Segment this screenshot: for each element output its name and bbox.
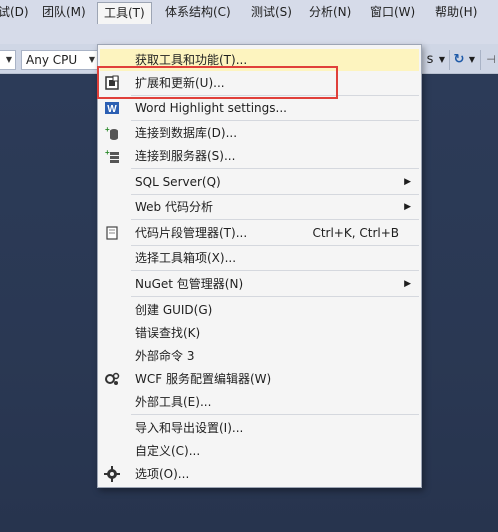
- menu-item-external-tools[interactable]: 外部工具(E)...: [100, 391, 419, 413]
- menu-item-connect-server[interactable]: + 连接到服务器(S)...: [100, 145, 419, 167]
- menu-item-customize[interactable]: 自定义(C)...: [100, 440, 419, 462]
- chevron-down-icon[interactable]: ▼: [437, 50, 447, 70]
- svg-text:+: +: [105, 148, 110, 157]
- menu-analyze[interactable]: 分析(N): [309, 2, 351, 22]
- menu-separator: [131, 296, 419, 297]
- menu-debug[interactable]: 试(D): [0, 2, 29, 22]
- menu-item-label: 连接到数据库(D)...: [135, 126, 238, 140]
- submenu-arrow-icon: ▶: [404, 279, 411, 289]
- svg-text:+: +: [105, 125, 110, 134]
- menu-item-sql-server[interactable]: SQL Server(Q) ▶: [100, 171, 419, 193]
- wcf-gear-icon: [104, 371, 120, 387]
- menu-item-label: NuGet 包管理器(N): [135, 277, 244, 291]
- menu-item-wcf-editor[interactable]: WCF 服务配置编辑器(W): [100, 368, 419, 390]
- config-combo[interactable]: ▼: [0, 50, 16, 70]
- toolbar-separator: [449, 50, 450, 70]
- toolbar-separator: [480, 50, 481, 70]
- menu-item-word-highlight[interactable]: W Word Highlight settings...: [100, 97, 419, 119]
- menu-item-label: 创建 GUID(G): [135, 303, 213, 317]
- menu-item-error-lookup[interactable]: 错误查找(K): [100, 322, 419, 344]
- menu-item-label: Word Highlight settings...: [135, 101, 287, 115]
- menu-separator: [131, 168, 419, 169]
- menu-item-import-export[interactable]: 导入和导出设置(I)...: [100, 417, 419, 439]
- menu-test[interactable]: 测试(S): [251, 2, 292, 22]
- server-icon: +: [104, 148, 120, 164]
- menu-item-options[interactable]: 选项(O)...: [100, 463, 419, 485]
- svg-text:W: W: [107, 104, 117, 115]
- menu-item-label: Web 代码分析: [135, 200, 213, 214]
- submenu-arrow-icon: ▶: [404, 202, 411, 212]
- menu-item-nuget[interactable]: NuGet 包管理器(N) ▶: [100, 273, 419, 295]
- menu-item-label: 外部工具(E)...: [135, 395, 212, 409]
- menu-separator: [131, 120, 419, 121]
- menu-window[interactable]: 窗口(W): [370, 2, 415, 22]
- database-icon: +: [104, 125, 120, 141]
- menu-item-label: 选择工具箱项(X)...: [135, 251, 237, 265]
- menu-separator: [131, 219, 419, 220]
- menu-separator: [131, 414, 419, 415]
- menu-item-label: 连接到服务器(S)...: [135, 149, 236, 163]
- platform-combo[interactable]: Any CPU ▼: [21, 50, 99, 70]
- menu-item-label: SQL Server(Q): [135, 175, 221, 189]
- menu-help[interactable]: 帮助(H): [435, 2, 477, 22]
- menu-bar: 试(D) 团队(M) 工具(T) 体系结构(C) 测试(S) 分析(N) 窗口(…: [0, 0, 498, 44]
- refresh-icon[interactable]: ↻: [452, 50, 466, 70]
- menu-item-external-command[interactable]: 外部命令 3: [100, 345, 419, 367]
- chevron-down-icon: ▼: [88, 55, 95, 64]
- submenu-arrow-icon: ▶: [404, 177, 411, 187]
- toolbar-label: s: [426, 52, 434, 67]
- chevron-down-icon: ▼: [5, 55, 12, 64]
- menu-item-connect-database[interactable]: + 连接到数据库(D)...: [100, 122, 419, 144]
- chevron-down-icon[interactable]: ▼: [467, 50, 477, 70]
- menu-item-label: 错误查找(K): [135, 326, 201, 340]
- menu-item-label: 导入和导出设置(I)...: [135, 421, 244, 435]
- menu-item-create-guid[interactable]: 创建 GUID(G): [100, 299, 419, 321]
- menu-separator: [131, 245, 419, 246]
- menu-item-label: WCF 服务配置编辑器(W): [135, 372, 272, 386]
- menu-item-web-code-analysis[interactable]: Web 代码分析 ▶: [100, 196, 419, 218]
- menu-item-label: 代码片段管理器(T)...: [135, 226, 248, 240]
- menu-item-choose-toolbox[interactable]: 选择工具箱项(X)...: [100, 247, 419, 269]
- menu-item-snippets-manager[interactable]: 代码片段管理器(T)... Ctrl+K, Ctrl+B: [100, 222, 419, 244]
- menu-separator: [131, 270, 419, 271]
- menu-item-label: 选项(O)...: [135, 467, 190, 481]
- menu-team[interactable]: 团队(M): [42, 2, 86, 22]
- menu-tools[interactable]: 工具(T): [97, 2, 152, 24]
- snippet-icon: [104, 225, 120, 241]
- annotation-highlight-box: [97, 66, 338, 99]
- gear-icon: [104, 466, 120, 482]
- pin-icon[interactable]: ⊣: [484, 50, 498, 70]
- menu-item-label: 自定义(C)...: [135, 444, 201, 458]
- menu-item-label: 外部命令 3: [135, 349, 195, 363]
- tools-dropdown: 获取工具和功能(T)... 扩展和更新(U)... W Word Highlig…: [97, 44, 422, 488]
- word-icon: W: [104, 100, 120, 116]
- platform-value: Any CPU: [26, 53, 78, 67]
- menu-item-shortcut: Ctrl+K, Ctrl+B: [312, 226, 399, 240]
- menu-architecture[interactable]: 体系结构(C): [165, 2, 231, 22]
- menu-separator: [131, 194, 419, 195]
